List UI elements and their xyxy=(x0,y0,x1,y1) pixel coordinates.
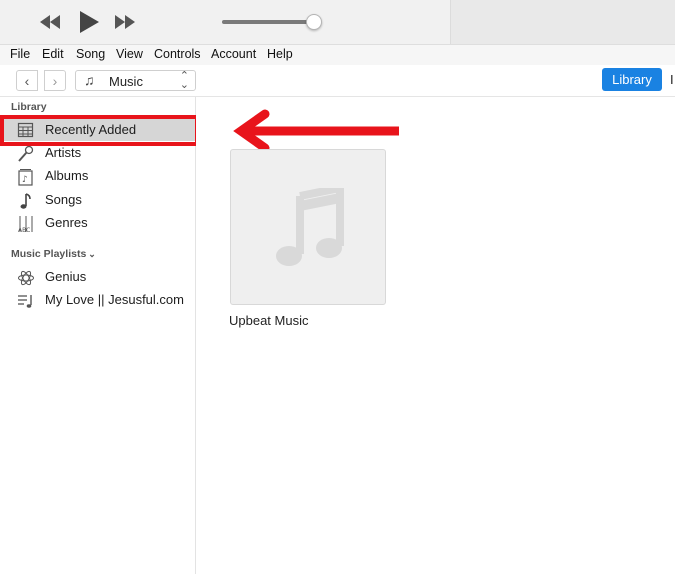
navigation-bar: ‹ › ♫ Music ⌃ ⌄ Library I xyxy=(0,65,675,97)
sidebar-item-genres[interactable]: ABC Genres xyxy=(0,212,195,234)
annotation-arrow-icon xyxy=(233,109,399,153)
rewind-icon[interactable] xyxy=(38,10,62,34)
menu-controls[interactable]: Controls xyxy=(154,47,201,61)
library-heading: Library xyxy=(11,101,47,113)
svg-text:♪: ♪ xyxy=(22,175,28,185)
menu-file[interactable]: File xyxy=(10,47,30,61)
play-icon[interactable] xyxy=(76,8,102,33)
playlists-heading[interactable]: Music Playlists ⌄ xyxy=(11,248,96,260)
sidebar-item-label: Albums xyxy=(45,168,89,183)
genius-icon xyxy=(17,269,35,287)
media-kind-select[interactable]: ♫ Music ⌃ ⌄ xyxy=(75,70,196,91)
album-title[interactable]: Upbeat Music xyxy=(229,313,308,328)
album-icon: ♪ xyxy=(17,168,35,186)
sidebar-item-label: My Love || Jesusful.com xyxy=(45,292,184,307)
chevron-left-icon: ‹ xyxy=(24,72,30,89)
library-button[interactable]: Library xyxy=(602,68,662,91)
sidebar-item-label: Songs xyxy=(45,192,82,207)
select-arrows-icon: ⌃ ⌄ xyxy=(179,70,189,91)
menu-song[interactable]: Song xyxy=(76,47,105,61)
now-playing-display xyxy=(450,0,675,44)
playlists-heading-label: Music Playlists xyxy=(11,248,87,260)
chevron-down-icon: ⌄ xyxy=(88,249,96,259)
highlight-box xyxy=(0,115,199,146)
sidebar-item-label: Artists xyxy=(45,145,82,160)
menu-bar: File Edit Song View Controls Account Hel… xyxy=(0,44,675,65)
sidebar: Library Recently Added Artists ♪ Albums … xyxy=(0,97,196,574)
sidebar-item-genius[interactable]: Genius xyxy=(0,266,195,288)
volume-slider[interactable] xyxy=(222,14,322,30)
sidebar-item-albums[interactable]: ♪ Albums xyxy=(0,165,195,187)
menu-account[interactable]: Account xyxy=(211,47,256,61)
sidebar-item-my-love-playlist[interactable]: My Love || Jesusful.com xyxy=(0,289,195,311)
sidebar-item-label: Genius xyxy=(45,269,87,284)
player-controls-bar xyxy=(0,0,675,44)
microphone-icon xyxy=(17,145,35,163)
volume-track xyxy=(222,20,314,24)
playlist-icon xyxy=(17,292,35,310)
itunes-window: File Edit Song View Controls Account Hel… xyxy=(0,0,675,574)
forward-button[interactable]: › xyxy=(44,70,66,91)
back-button[interactable]: ‹ xyxy=(16,70,38,91)
next-tab-label[interactable]: I xyxy=(670,72,674,87)
music-note-icon: ♫ xyxy=(84,72,95,88)
sidebar-item-songs[interactable]: Songs xyxy=(0,189,195,211)
fast-forward-icon[interactable] xyxy=(113,10,137,34)
menu-view[interactable]: View xyxy=(116,47,143,61)
album-card[interactable] xyxy=(230,149,386,305)
music-note-placeholder-icon xyxy=(276,188,344,266)
svg-text:ABC: ABC xyxy=(18,227,30,233)
music-note-icon xyxy=(17,192,35,210)
menu-edit[interactable]: Edit xyxy=(42,47,64,61)
media-kind-label: Music xyxy=(109,74,143,89)
volume-knob[interactable] xyxy=(306,14,322,30)
chevron-right-icon: › xyxy=(52,72,58,89)
sidebar-item-label: Genres xyxy=(45,215,88,230)
genres-icon: ABC xyxy=(17,215,35,234)
menu-help[interactable]: Help xyxy=(267,47,293,61)
